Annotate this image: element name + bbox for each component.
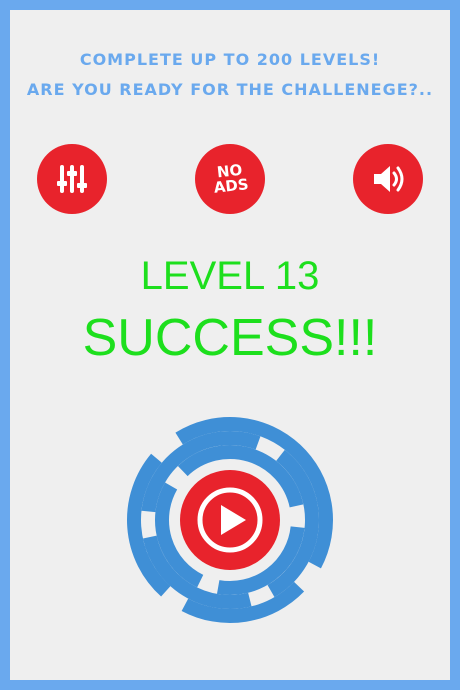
play-button[interactable]: [180, 470, 280, 570]
tagline-line-2: ARE YOU READY FOR THE CHALLENEGE?..: [26, 80, 434, 99]
no-ads-button[interactable]: NO ADS: [195, 144, 265, 214]
sound-button[interactable]: [353, 144, 423, 214]
success-label: SUCCESS!!!: [82, 309, 378, 367]
no-ads-label: NO ADS: [212, 160, 250, 197]
sliders-icon: [57, 165, 87, 193]
level-label: LEVEL 13: [140, 254, 320, 298]
game-panel: COMPLETE UP TO 200 LEVELS! ARE YOU READY…: [10, 10, 450, 680]
tagline-line-1: COMPLETE UP TO 200 LEVELS!: [79, 50, 381, 69]
settings-button[interactable]: [37, 144, 107, 214]
speaker-icon: [374, 166, 404, 192]
maze-wheel: [127, 417, 333, 623]
